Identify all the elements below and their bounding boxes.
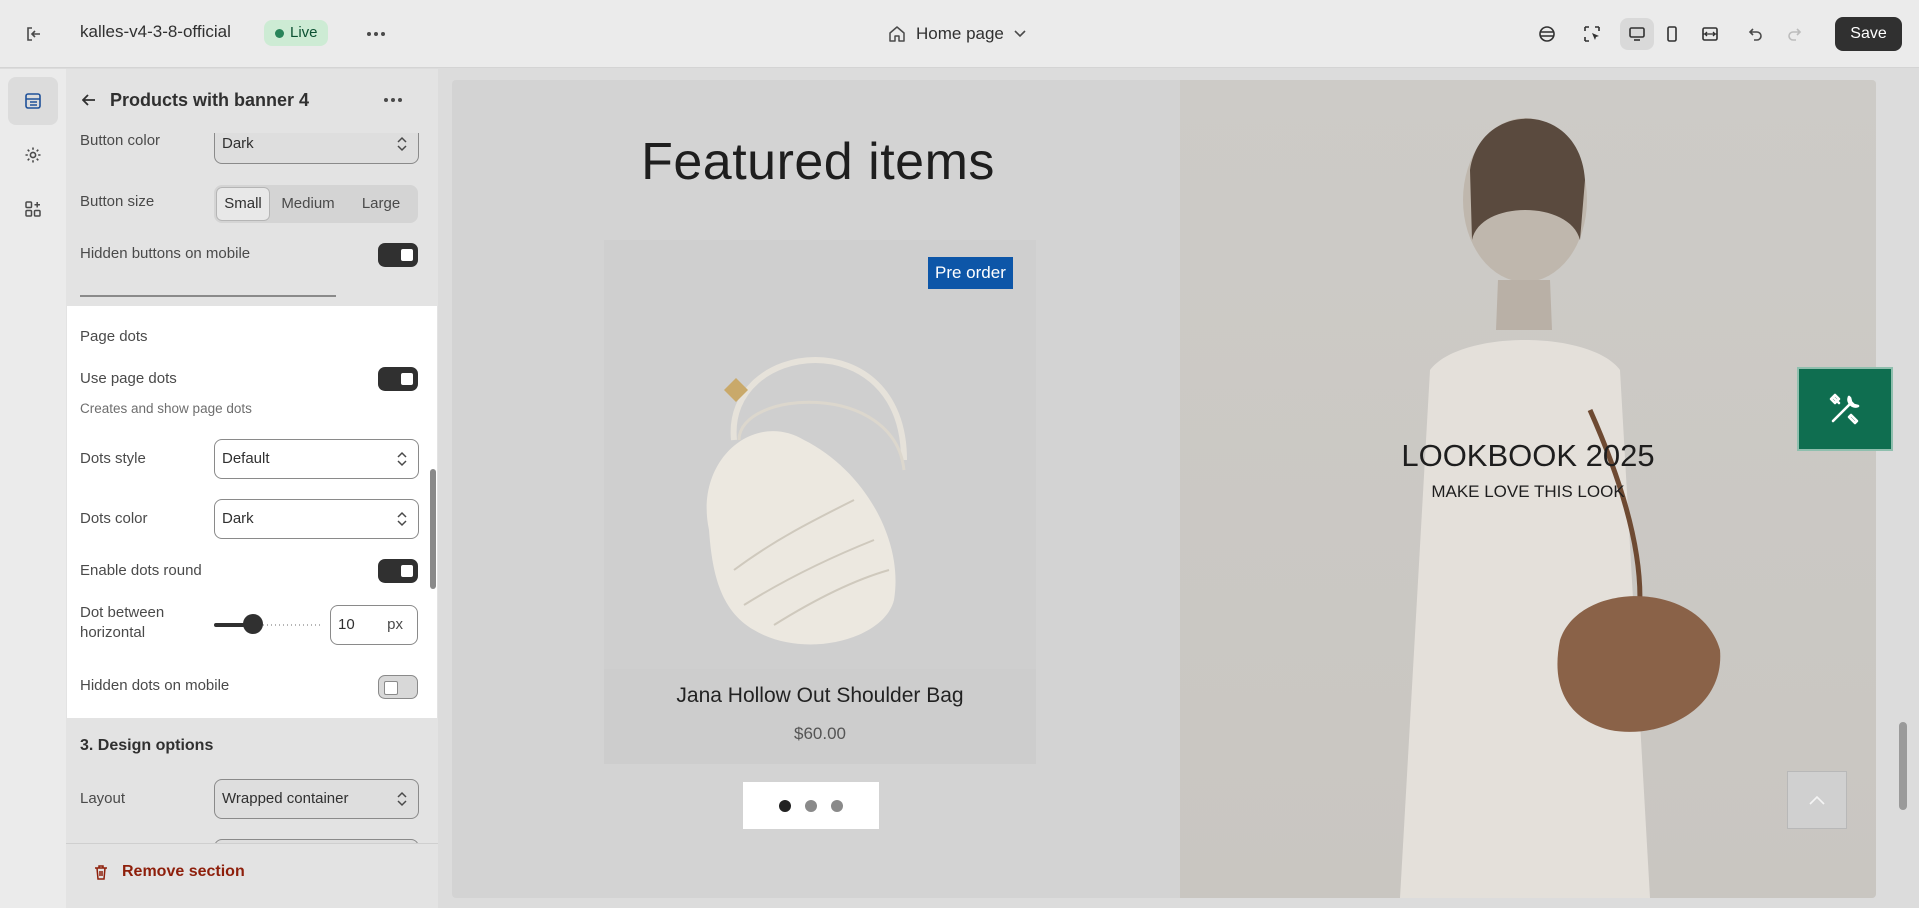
save-button[interactable]: Save xyxy=(1835,17,1902,51)
full-width-view-icon[interactable] xyxy=(1693,18,1727,50)
top-bar: kalles-v4-3-8-official Live Home page Sa… xyxy=(0,0,1919,68)
enable-dots-round-toggle[interactable] xyxy=(378,559,418,583)
button-size-large[interactable]: Large xyxy=(346,187,416,221)
banner-title: LOOKBOOK 2025 xyxy=(1401,438,1655,473)
dots-color-label: Dots color xyxy=(80,510,148,527)
settings-panel: Button color Dark Button size Small Medi… xyxy=(66,69,438,908)
button-size-label: Button size xyxy=(80,193,155,210)
dots-style-label: Dots style xyxy=(80,450,146,467)
dots-style-value: Default xyxy=(222,450,270,467)
button-color-value: Dark xyxy=(222,135,254,152)
enable-dots-round-label: Enable dots round xyxy=(80,562,202,579)
dot-between-unit: px xyxy=(387,616,403,633)
left-rail xyxy=(0,69,66,908)
remove-section-label: Remove section xyxy=(122,863,245,880)
inspector-icon[interactable] xyxy=(1575,18,1609,50)
live-dot-icon xyxy=(275,29,284,38)
button-size-medium[interactable]: Medium xyxy=(272,187,344,221)
button-size-segmented: Small Medium Large xyxy=(214,185,418,223)
undo-icon[interactable] xyxy=(1738,18,1772,50)
store-name: kalles-v4-3-8-official xyxy=(80,22,231,41)
product-name[interactable]: Jana Hollow Out Shoulder Bag xyxy=(604,684,1036,708)
desktop-view-icon[interactable] xyxy=(1620,18,1654,50)
slider-rest xyxy=(263,624,322,626)
dot-between-label-line2: horizontal xyxy=(80,624,146,641)
product-price: $60.00 xyxy=(794,724,846,743)
back-arrow-icon[interactable] xyxy=(76,87,102,113)
live-label: Live xyxy=(290,24,318,41)
live-status-badge: Live xyxy=(264,20,328,46)
page-selector-label: Home page xyxy=(916,24,1004,43)
tab-divider xyxy=(80,295,336,297)
dot-between-label-line1: Dot between xyxy=(80,604,165,621)
store-theme-icon[interactable] xyxy=(1530,18,1564,50)
select-caret-icon xyxy=(397,451,407,467)
dot-between-input[interactable]: 10 px xyxy=(330,605,418,645)
tools-icon xyxy=(1829,393,1860,425)
mobile-view-icon[interactable] xyxy=(1655,18,1689,50)
button-color-label: Button color xyxy=(80,132,161,149)
button-size-small[interactable]: Small xyxy=(216,187,270,221)
preview-scrollbar[interactable] xyxy=(1899,722,1907,810)
dots-color-select[interactable]: Dark xyxy=(214,499,419,539)
page-dot[interactable] xyxy=(805,799,817,812)
product-image[interactable] xyxy=(604,240,1036,669)
chevron-down-icon xyxy=(1014,30,1026,38)
scroll-to-top-button[interactable] xyxy=(1787,771,1847,829)
panel-title: Products with banner 4 xyxy=(110,90,310,110)
banner-subtitle: MAKE LOVE THIS LOOK xyxy=(1431,482,1625,501)
layout-label: Layout xyxy=(80,790,126,807)
apps-icon[interactable] xyxy=(8,185,58,233)
design-options-heading: 3. Design options xyxy=(80,737,214,754)
panel-more-icon[interactable] xyxy=(379,87,407,113)
home-icon xyxy=(889,26,905,42)
theme-preview: Featured items Pre order Jana Hollow Out… xyxy=(452,80,1876,898)
hidden-buttons-mobile-label: Hidden buttons on mobile xyxy=(80,245,251,262)
panel-footer: Remove section xyxy=(66,843,438,908)
page-dot[interactable] xyxy=(779,799,791,812)
tools-widget-button[interactable] xyxy=(1797,367,1893,451)
featured-title: Featured items xyxy=(641,133,995,191)
select-caret-icon xyxy=(397,791,407,807)
use-page-dots-toggle[interactable] xyxy=(378,367,418,391)
sections-icon[interactable] xyxy=(8,77,58,125)
dot-between-slider-track[interactable] xyxy=(214,623,322,627)
select-caret-icon xyxy=(397,511,407,527)
chevron-up-icon xyxy=(1809,795,1825,805)
page-selector[interactable]: Home page xyxy=(888,20,1026,48)
dots-color-value: Dark xyxy=(222,510,254,527)
panel-scrollbar[interactable] xyxy=(430,469,436,589)
layout-select[interactable]: Wrapped container xyxy=(214,779,419,819)
theme-settings-icon[interactable] xyxy=(8,131,58,179)
page-dots-heading: Page dots xyxy=(80,328,148,345)
use-page-dots-label: Use page dots xyxy=(80,370,177,387)
hidden-buttons-mobile-toggle[interactable] xyxy=(378,243,418,267)
exit-icon[interactable] xyxy=(20,20,48,48)
page-dots xyxy=(743,782,879,829)
page-dot[interactable] xyxy=(831,799,843,812)
dot-between-slider-thumb[interactable] xyxy=(243,614,263,634)
pre-order-badge: Pre order xyxy=(928,257,1013,289)
select-caret-icon xyxy=(397,136,407,152)
use-page-dots-help: Creates and show page dots xyxy=(80,401,252,416)
remove-section-button[interactable]: Remove section xyxy=(92,863,245,881)
product-card[interactable]: Pre order Jana Hollow Out Shoulder Bag $… xyxy=(604,240,1036,764)
panel-header: Products with banner 4 xyxy=(66,69,438,133)
hidden-dots-mobile-label: Hidden dots on mobile xyxy=(80,677,230,694)
layout-value: Wrapped container xyxy=(222,790,349,807)
dot-between-value: 10 xyxy=(338,616,355,633)
redo-icon xyxy=(1778,18,1812,50)
trash-icon xyxy=(95,865,107,880)
hidden-dots-mobile-toggle[interactable] xyxy=(378,675,418,699)
dots-style-select[interactable]: Default xyxy=(214,439,419,479)
more-actions-icon[interactable] xyxy=(362,20,390,48)
lookbook-banner[interactable]: LOOKBOOK 2025 MAKE LOVE THIS LOOK xyxy=(1180,80,1876,898)
